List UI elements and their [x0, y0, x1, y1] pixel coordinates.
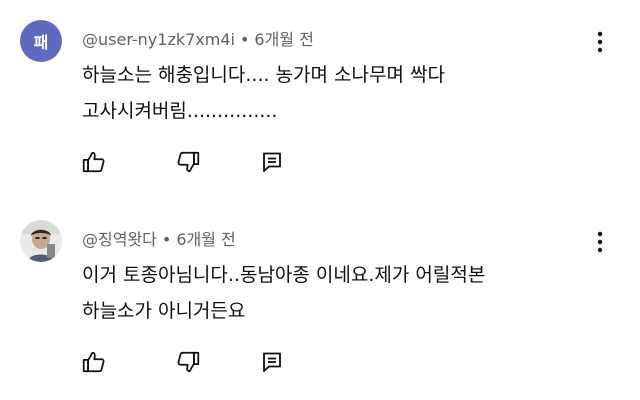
comment-actions	[80, 348, 300, 378]
comment-text-line: 이거 토종아님니다..동남아종 이네요.제가 어릴적본	[82, 264, 486, 286]
dislike-button[interactable]	[174, 148, 202, 176]
separator: •	[239, 30, 250, 49]
thumbs-down-icon	[177, 151, 200, 173]
comment-text-line: 하늘소는 해충입니다.... 농가며 소나무며 싹다	[82, 64, 445, 86]
comment-header: @징역왓다 • 6개월 전	[82, 226, 236, 250]
avatar[interactable]	[20, 220, 62, 262]
avatar[interactable]: 패	[20, 20, 62, 62]
reply-icon	[263, 152, 281, 172]
comment-actions	[80, 148, 300, 178]
reply-button[interactable]	[258, 148, 286, 176]
timestamp[interactable]: 6개월 전	[176, 230, 235, 249]
dislike-button[interactable]	[174, 348, 202, 376]
comment-text-line: 고사시켜버림...............	[82, 100, 278, 122]
profile-photo	[20, 220, 62, 262]
more-vertical-icon	[597, 231, 603, 253]
comment-header: @user-ny1zk7xm4i • 6개월 전	[82, 26, 314, 50]
timestamp[interactable]: 6개월 전	[254, 30, 313, 49]
reply-button[interactable]	[258, 348, 286, 376]
like-button[interactable]	[80, 348, 108, 376]
separator: •	[161, 230, 172, 249]
comment-text-line: 하늘소가 아니거든요	[82, 300, 246, 322]
username[interactable]: @user-ny1zk7xm4i	[82, 30, 235, 49]
more-vertical-icon	[597, 31, 603, 53]
username[interactable]: @징역왓다	[82, 230, 157, 249]
more-actions-button[interactable]	[588, 230, 612, 254]
thumbs-up-icon	[82, 351, 105, 373]
like-button[interactable]	[80, 148, 108, 176]
comment: @징역왓다 • 6개월 전 이거 토종아님니다..동남아종 이네요.제가 어릴적본 …	[0, 200, 640, 400]
thumbs-up-icon	[82, 151, 105, 173]
thumbs-down-icon	[177, 351, 200, 373]
comment: 패 @user-ny1zk7xm4i • 6개월 전 하늘소는 해충입니다.... …	[0, 0, 640, 200]
more-actions-button[interactable]	[588, 30, 612, 54]
reply-icon	[263, 352, 281, 372]
